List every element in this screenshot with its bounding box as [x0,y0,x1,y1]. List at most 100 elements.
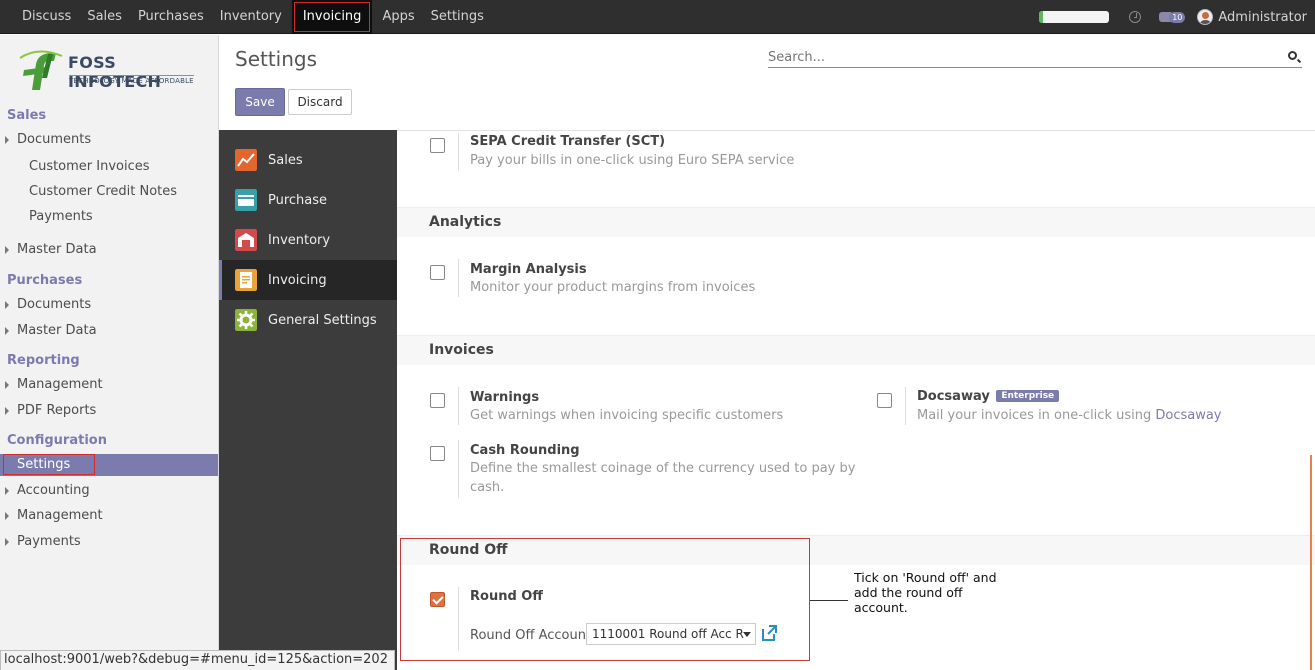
browser-status-bar: localhost:9001/web?&debug=#menu_id=125&a… [0,650,395,670]
menu-inventory[interactable]: Inventory [212,0,290,34]
section-title: Analytics [429,214,502,230]
main-menu: Discuss Sales Purchases Inventory Invoic… [14,0,492,34]
sidebar-item-sales-payments[interactable]: Payments [29,209,93,224]
app-sales[interactable]: Sales [219,140,397,180]
sidebar-item-config-management[interactable]: Management [5,508,103,523]
top-navbar: Discuss Sales Purchases Inventory Invoic… [0,0,1315,34]
messages-button[interactable]: 10 [1159,11,1186,23]
menu-settings[interactable]: Settings [423,0,492,34]
external-link-icon[interactable] [760,624,778,642]
sidebar-item-reporting-management[interactable]: Management [5,377,103,392]
app-label: Invoicing [268,272,327,288]
app-invoicing[interactable]: Invoicing [219,260,397,300]
save-button[interactable]: Save [235,88,285,116]
sidebar-item-label: Management [17,377,103,392]
sidebar-item-purchases-master-data[interactable]: Master Data [5,323,97,338]
caret-down-icon [743,632,751,637]
sepa-description: Pay your bills in one-click using Euro S… [470,153,795,168]
round-off-account-select[interactable]: 1110001 Round off Acc R [586,623,756,645]
progress-fill [1039,11,1043,23]
caret-right-icon [5,246,9,254]
margin-analysis-title: Margin Analysis [470,262,587,277]
sidebar-item-label: Documents [17,297,92,312]
discard-button[interactable]: Discard [288,89,352,115]
docsaway-description: Mail your invoices in one-click using Do… [917,406,1222,425]
caret-right-icon [5,487,9,495]
menu-discuss[interactable]: Discuss [14,0,79,34]
app-label: General Settings [268,312,377,328]
sidebar-item-label: Payments [17,534,81,549]
app-general-settings[interactable]: General Settings [219,300,397,340]
callout-line-1: Tick on 'Round off' and [854,570,997,585]
warehouse-icon [235,229,257,251]
sidebar-item-label: Master Data [17,323,97,338]
app-purchase[interactable]: Purchase [219,180,397,220]
cash-rounding-checkbox[interactable] [430,446,445,461]
credit-card-icon [235,189,257,211]
sales-chart-icon [235,149,257,171]
user-avatar[interactable] [1197,9,1214,25]
menu-invoicing[interactable]: Invoicing [291,0,373,34]
progress-bar [1039,11,1110,23]
sidebar-item-sales-master-data[interactable]: Master Data [5,242,97,257]
sidebar-item-label: Settings [17,457,71,472]
margin-analysis-description: Monitor your product margins from invoic… [470,280,756,295]
section-invoices: Invoices [397,335,1315,365]
enterprise-badge: Enterprise [996,390,1060,402]
sidebar-item-accounting[interactable]: Accounting [5,483,90,498]
sidebar-item-label: Documents [17,132,92,147]
menu-sales[interactable]: Sales [79,0,130,34]
clock-icon[interactable] [1129,11,1142,23]
caret-right-icon [5,407,9,415]
selected-account: 1110001 Round off Acc R [592,627,744,641]
menu-purchases[interactable]: Purchases [130,0,212,34]
caret-right-icon [5,381,9,389]
sidebar-item-settings[interactable]: Settings [0,454,218,476]
callout-line-2: add the round off [854,585,963,600]
logo-name: FOSS INFOTECH [68,53,162,91]
logo-tagline: TECHNOLOGY MADE AFFORDABLE [69,75,194,85]
app-label: Sales [268,152,303,168]
warnings-checkbox[interactable] [430,393,445,408]
cash-rounding-description-line-1: Define the smallest coinage of the curre… [470,461,856,476]
invoice-icon [235,269,257,291]
caret-right-icon [5,512,9,520]
user-menu[interactable]: Administrator [1218,10,1307,25]
section-title: Invoices [429,342,494,358]
menu-apps[interactable]: Apps [374,0,422,34]
divider [458,387,459,425]
sidebar-heading-sales: Sales [7,108,47,123]
sidebar-heading-reporting: Reporting [7,353,80,368]
sidebar-item-purchases-documents[interactable]: Documents [5,297,92,312]
caret-right-icon [5,136,9,144]
search-icon[interactable] [1288,51,1297,60]
sidebar-item-label: PDF Reports [17,403,97,418]
app-inventory[interactable]: Inventory [219,220,397,260]
docsaway-checkbox[interactable] [877,393,892,408]
sidebar: FOSS INFOTECH TECHNOLOGY MADE AFFORDABLE… [0,35,219,670]
logo-mark-icon [19,50,63,90]
settings-app-list: Sales Purchase Inventory Invoicing Gener… [219,130,397,670]
sidebar-heading-configuration: Configuration [7,433,107,448]
caret-right-icon [5,538,9,546]
docsaway-desc-text: Mail your invoices in one-click using [917,408,1156,423]
search-input[interactable] [768,48,1268,66]
sidebar-heading-purchases: Purchases [7,273,83,288]
caret-right-icon [5,327,9,335]
margin-analysis-checkbox[interactable] [430,265,445,280]
sidebar-item-customer-credit-notes[interactable]: Customer Credit Notes [29,184,177,199]
app-label: Inventory [268,232,331,248]
sidebar-item-label: Master Data [17,242,97,257]
sidebar-item-customer-invoices[interactable]: Customer Invoices [29,159,150,174]
sidebar-item-label: Management [17,508,103,523]
sidebar-item-sales-documents[interactable]: Documents [5,132,92,147]
sidebar-item-pdf-reports[interactable]: PDF Reports [5,403,97,418]
cash-rounding-description-line-2: cash. [470,480,505,495]
sepa-title: SEPA Credit Transfer (SCT) [470,134,666,149]
divider [458,259,459,297]
sidebar-item-payments[interactable]: Payments [5,534,81,549]
docsaway-link[interactable]: Docsaway [1155,408,1221,423]
warnings-title: Warnings [470,390,540,405]
docsaway-title: Docsaway Enterprise [917,389,1060,404]
sepa-checkbox[interactable] [430,138,445,153]
